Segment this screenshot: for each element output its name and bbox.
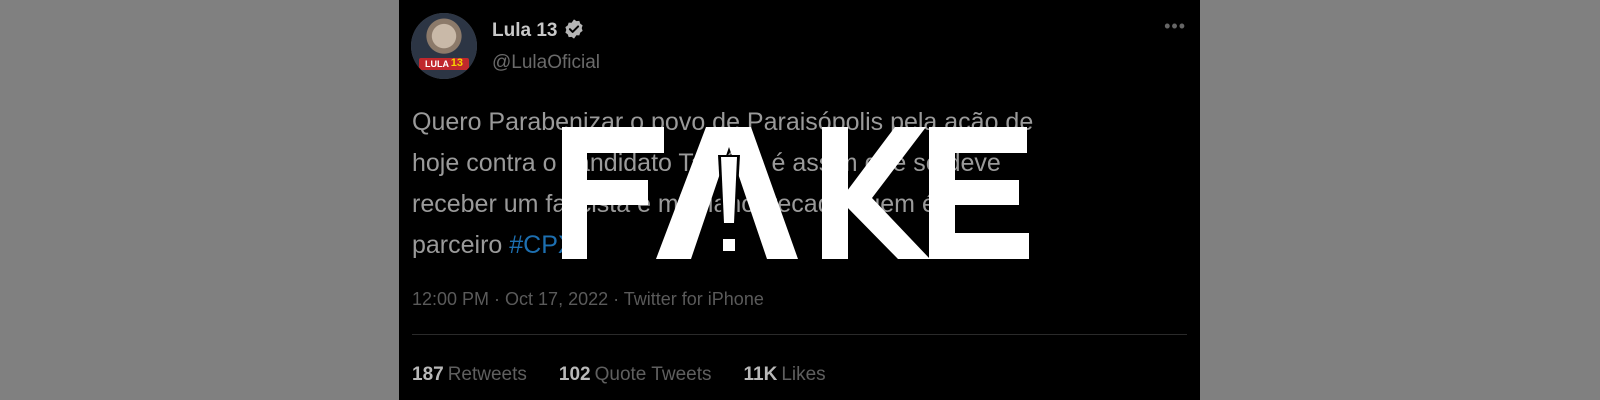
warning-icon — [656, 127, 798, 259]
fake-letter-f — [562, 127, 664, 259]
fake-stamp — [562, 127, 1029, 259]
fake-letter-e — [929, 127, 1029, 259]
fake-letter-k — [822, 127, 930, 259]
